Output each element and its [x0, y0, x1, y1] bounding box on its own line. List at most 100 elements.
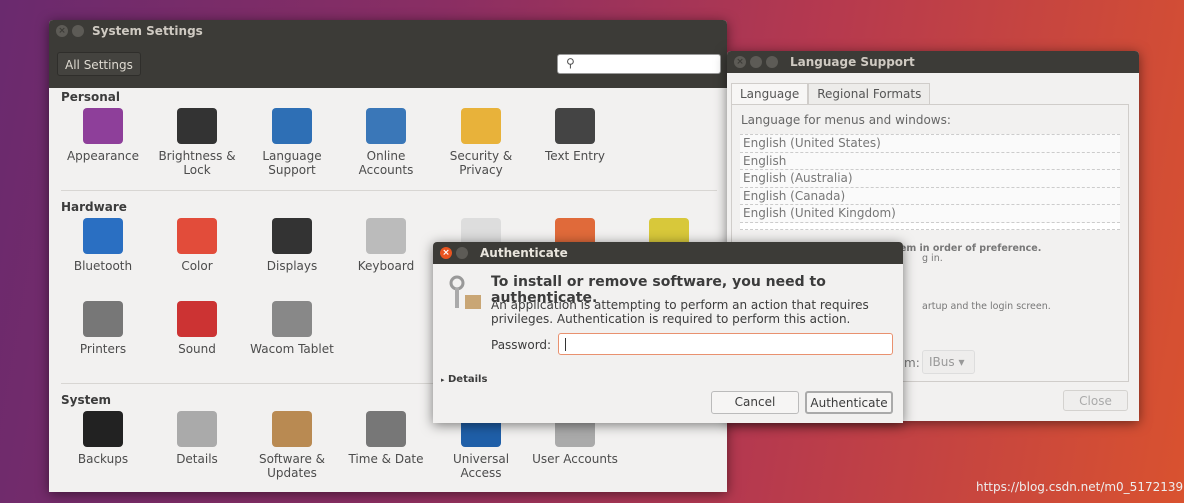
- keys-package-icon: [447, 275, 483, 311]
- section-heading: Personal: [61, 90, 120, 104]
- sound-icon: [177, 301, 217, 337]
- details-label: Details: [448, 374, 488, 385]
- window-title: System Settings: [92, 24, 203, 38]
- settings-item-label: Time & Date: [348, 452, 424, 466]
- settings-item-label: Details: [176, 452, 218, 466]
- settings-item-label: User Accounts: [532, 452, 618, 466]
- list-label: Language for menus and windows:: [741, 113, 951, 127]
- clock-icon: [366, 411, 406, 447]
- authenticate-dialog: × Authenticate To install or remove soft…: [433, 242, 903, 423]
- settings-item-keyboard[interactable]: Keyboard: [339, 218, 433, 273]
- triangle-right-icon: ▸: [441, 376, 445, 384]
- list-item[interactable]: English (United Kingdom): [740, 205, 1120, 223]
- color-icon: [177, 218, 217, 254]
- appearance-icon: [83, 108, 123, 144]
- lock-icon: [177, 108, 217, 144]
- settings-item-text-entry[interactable]: Text Entry: [528, 108, 622, 163]
- title-bar: × System Settings: [49, 20, 727, 42]
- keyboard-keys-icon: [555, 108, 595, 144]
- input-method-value: IBus: [929, 355, 955, 369]
- close-button[interactable]: Close: [1063, 390, 1128, 411]
- settings-item-label: Universal Access: [452, 452, 510, 480]
- settings-item-sound[interactable]: Sound: [150, 301, 244, 356]
- dialog-title: Authenticate: [480, 246, 568, 260]
- settings-item-label: Keyboard: [357, 259, 415, 273]
- settings-item-label: Color: [181, 259, 213, 273]
- settings-item-label: Appearance: [66, 149, 140, 163]
- section-divider: [61, 190, 717, 191]
- minimize-icon[interactable]: [456, 247, 468, 259]
- settings-item-label: Displays: [266, 259, 318, 273]
- online-accounts-icon: [366, 108, 406, 144]
- language-list[interactable]: English (United States) English English …: [740, 134, 1120, 230]
- input-method-dropdown[interactable]: IBus ▾: [922, 350, 975, 374]
- section-heading: System: [61, 393, 111, 407]
- keyboard-icon: [366, 218, 406, 254]
- settings-item-security-privacy[interactable]: Security & Privacy: [434, 108, 528, 177]
- list-item[interactable]: English (United States): [740, 135, 1120, 153]
- settings-item-time-date[interactable]: Time & Date: [339, 411, 433, 466]
- settings-item-brightness-lock[interactable]: Brightness & Lock: [150, 108, 244, 177]
- section-heading: Hardware: [61, 200, 127, 214]
- settings-item-displays[interactable]: Displays: [245, 218, 339, 273]
- settings-item-appearance[interactable]: Appearance: [56, 108, 150, 163]
- printer-icon: [83, 301, 123, 337]
- title-bar: × Authenticate: [433, 242, 903, 264]
- settings-item-language-support[interactable]: Language Support: [245, 108, 339, 177]
- software-icon: [272, 411, 312, 447]
- display-icon: [272, 218, 312, 254]
- settings-item-label: Backups: [77, 452, 129, 466]
- close-icon[interactable]: ×: [734, 56, 746, 68]
- bluetooth-icon: [83, 218, 123, 254]
- settings-item-label: Online Accounts: [358, 149, 414, 177]
- minimize-icon[interactable]: [72, 25, 84, 37]
- hint-3: artup and the login screen.: [922, 301, 1051, 312]
- list-item: [740, 222, 1120, 230]
- settings-item-wacom-tablet[interactable]: Wacom Tablet: [245, 301, 339, 356]
- details-expander[interactable]: ▸ Details: [441, 374, 487, 385]
- input-method-label: m:: [904, 356, 920, 370]
- cancel-button[interactable]: Cancel: [711, 391, 799, 414]
- minimize-icon[interactable]: [750, 56, 762, 68]
- settings-item-software-updates[interactable]: Software & Updates: [245, 411, 339, 480]
- settings-item-label: Wacom Tablet: [250, 342, 334, 356]
- auth-description: An application is attempting to perform …: [491, 298, 869, 326]
- security-icon: [461, 108, 501, 144]
- tablet-icon: [272, 301, 312, 337]
- close-icon[interactable]: ×: [56, 25, 68, 37]
- maximize-icon[interactable]: [766, 56, 778, 68]
- settings-item-color[interactable]: Color: [150, 218, 244, 273]
- flag-icon: [272, 108, 312, 144]
- gear-icon: [177, 411, 217, 447]
- tab-language[interactable]: Language: [731, 83, 809, 104]
- password-label: Password:: [491, 338, 552, 352]
- authenticate-button[interactable]: Authenticate: [805, 391, 893, 414]
- settings-item-label: Bluetooth: [73, 259, 133, 273]
- settings-item-label: Security & Privacy: [449, 149, 513, 177]
- title-bar: × Language Support: [727, 51, 1139, 73]
- settings-item-bluetooth[interactable]: Bluetooth: [56, 218, 150, 273]
- list-item[interactable]: English (Canada): [740, 188, 1120, 205]
- all-settings-button[interactable]: All Settings: [57, 52, 141, 76]
- settings-item-details[interactable]: Details: [150, 411, 244, 466]
- toolbar: All Settings ⚲: [49, 42, 727, 88]
- search-icon: ⚲: [566, 56, 575, 70]
- tab-regional-formats[interactable]: Regional Formats: [808, 83, 931, 104]
- list-item[interactable]: English: [740, 153, 1120, 170]
- settings-item-label: Printers: [79, 342, 127, 356]
- watermark: https://blog.csdn.net/m0_51721395: [976, 480, 1184, 494]
- list-item[interactable]: English (Australia): [740, 170, 1120, 188]
- settings-item-backups[interactable]: Backups: [56, 411, 150, 466]
- search-input[interactable]: ⚲: [557, 54, 721, 74]
- chevron-down-icon: ▾: [958, 355, 965, 369]
- window-title: Language Support: [790, 55, 915, 69]
- settings-item-online-accounts[interactable]: Online Accounts: [339, 108, 433, 177]
- hint-2: g in.: [922, 253, 943, 264]
- backup-icon: [83, 411, 123, 447]
- settings-item-label: Sound: [178, 342, 216, 356]
- settings-item-printers[interactable]: Printers: [56, 301, 150, 356]
- close-icon[interactable]: ×: [440, 247, 452, 259]
- settings-item-label: Language Support: [262, 149, 322, 177]
- password-field[interactable]: [558, 333, 893, 355]
- settings-item-label: Text Entry: [544, 149, 605, 163]
